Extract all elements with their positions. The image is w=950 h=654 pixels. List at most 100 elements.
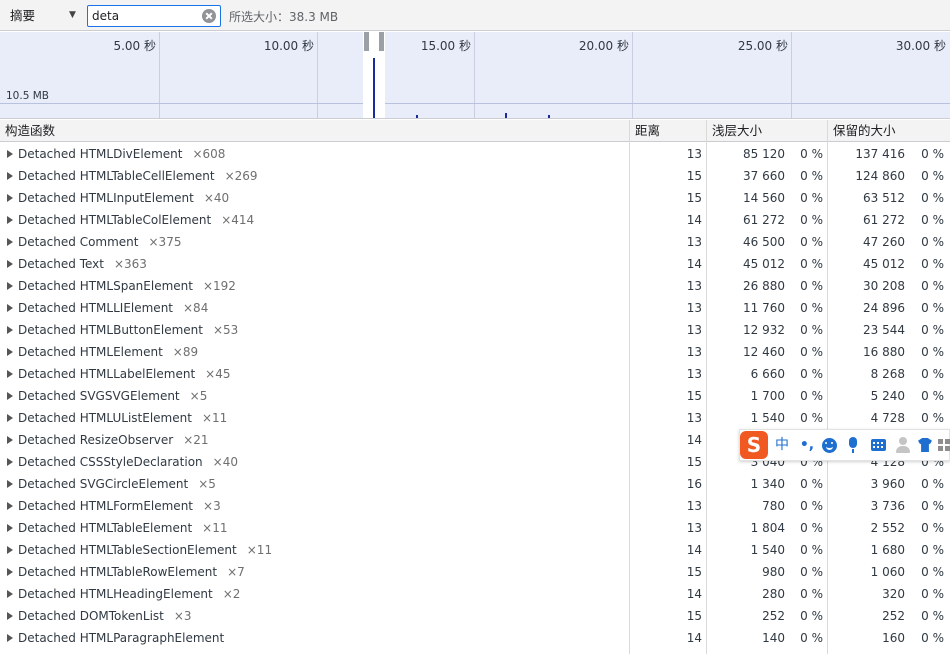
shallow-size-percent: 0 % bbox=[800, 213, 823, 227]
retained-size-cell: 137 416 bbox=[855, 147, 905, 161]
view-mode-label: 摘要 bbox=[10, 8, 36, 23]
expand-triangle-icon[interactable] bbox=[7, 216, 13, 224]
shallow-size-cell: 11 760 bbox=[743, 301, 785, 315]
table-row[interactable]: Detached Text ×363 14 45 012 0 % 45 012 0 % bbox=[0, 253, 950, 275]
expand-triangle-icon[interactable] bbox=[7, 370, 13, 378]
expand-triangle-icon[interactable] bbox=[7, 612, 13, 620]
table-row[interactable]: Detached HTMLElement ×89 13 12 460 0 % 16 880… bbox=[0, 341, 950, 363]
clear-filter-icon[interactable] bbox=[202, 9, 216, 23]
retained-size-percent: 0 % bbox=[921, 257, 944, 271]
toolbox-icon[interactable] bbox=[938, 439, 950, 451]
retained-size-percent: 0 % bbox=[921, 587, 944, 601]
table-row[interactable]: Detached HTMLFormElement ×3 13 780 0 % 3 736 0… bbox=[0, 495, 950, 517]
table-row[interactable]: Detached SVGSVGElement ×5 15 1 700 0 % 5 240 0… bbox=[0, 385, 950, 407]
constructor-cell: Detached Text ×363 bbox=[18, 253, 147, 275]
expand-triangle-icon[interactable] bbox=[7, 326, 13, 334]
expand-triangle-icon[interactable] bbox=[7, 590, 13, 598]
expand-triangle-icon[interactable] bbox=[7, 194, 13, 202]
expand-triangle-icon[interactable] bbox=[7, 458, 13, 466]
allocation-timeline[interactable]: 5.00 秒 10.00 秒 15.00 秒 20.00 秒 25.00 秒 3… bbox=[0, 32, 950, 119]
view-mode-select[interactable]: 摘要 ▼ bbox=[3, 5, 83, 26]
expand-triangle-icon[interactable] bbox=[7, 282, 13, 290]
timeline-selection-window[interactable] bbox=[363, 32, 385, 118]
table-row[interactable]: Detached HTMLTableSectionElement ×11 14 1 5… bbox=[0, 539, 950, 561]
expand-triangle-icon[interactable] bbox=[7, 260, 13, 268]
instance-count: ×53 bbox=[212, 323, 239, 337]
table-row[interactable]: Detached HTMLButtonElement ×53 13 12 932 0 %… bbox=[0, 319, 950, 341]
table-row[interactable]: Detached HTMLUListElement ×11 13 1 540 0 % 4 … bbox=[0, 407, 950, 429]
expand-triangle-icon[interactable] bbox=[7, 634, 13, 642]
table-row[interactable]: Detached HTMLTableElement ×11 13 1 804 0 % 2 … bbox=[0, 517, 950, 539]
table-row[interactable]: Detached DOMTokenList ×3 15 252 0 % 252 0 % bbox=[0, 605, 950, 627]
table-row[interactable]: Detached HTMLLIElement ×84 13 11 760 0 % 24 8… bbox=[0, 297, 950, 319]
constructor-cell: Detached HTMLFormElement ×3 bbox=[18, 495, 221, 517]
table-row[interactable]: Detached SVGCircleElement ×5 16 1 340 0 % 3 9… bbox=[0, 473, 950, 495]
table-row[interactable]: Detached Comment ×375 13 46 500 0 % 47 260 0 % bbox=[0, 231, 950, 253]
instance-count: ×7 bbox=[227, 565, 245, 579]
retained-size-cell: 4 728 bbox=[870, 411, 905, 425]
column-header-retained-size[interactable]: 保留的大小 bbox=[828, 120, 896, 142]
column-header-distance[interactable]: 距离 bbox=[630, 120, 660, 142]
expand-triangle-icon[interactable] bbox=[7, 150, 13, 158]
expand-triangle-icon[interactable] bbox=[7, 546, 13, 554]
expand-triangle-icon[interactable] bbox=[7, 238, 13, 246]
constructor-name: Detached HTMLSpanElement bbox=[18, 279, 193, 293]
table-row[interactable]: Detached HTMLLabelElement ×45 13 6 660 0 % 8 … bbox=[0, 363, 950, 385]
table-row[interactable]: Detached HTMLInputElement ×40 15 14 560 0 % 6… bbox=[0, 187, 950, 209]
emoji-icon[interactable] bbox=[822, 438, 837, 453]
table-row[interactable]: Detached HTMLSpanElement ×192 13 26 880 0 % 3… bbox=[0, 275, 950, 297]
constructor-cell: Detached CSSStyleDeclaration ×40 bbox=[18, 451, 238, 473]
instance-count: ×84 bbox=[183, 301, 209, 315]
expand-triangle-icon[interactable] bbox=[7, 304, 13, 312]
retained-size-cell: 23 544 bbox=[863, 323, 905, 337]
table-row[interactable]: Detached HTMLHeadingElement ×2 14 280 0 % 320… bbox=[0, 583, 950, 605]
column-header-shallow-size[interactable]: 浅层大小 bbox=[707, 120, 762, 142]
table-row[interactable]: Detached HTMLParagraphElement 14 140 0 % 160… bbox=[0, 627, 950, 649]
expand-triangle-icon[interactable] bbox=[7, 436, 13, 444]
ime-toolbar[interactable]: S 中 •, bbox=[739, 429, 950, 461]
retained-size-percent: 0 % bbox=[921, 565, 944, 579]
shallow-size-percent: 0 % bbox=[800, 521, 823, 535]
skin-icon[interactable] bbox=[918, 438, 932, 452]
expand-triangle-icon[interactable] bbox=[7, 524, 13, 532]
constructor-name: Detached HTMLParagraphElement bbox=[18, 631, 225, 645]
expand-triangle-icon[interactable] bbox=[7, 568, 13, 576]
selection-left-handle[interactable] bbox=[364, 32, 369, 51]
retained-size-percent: 0 % bbox=[921, 169, 944, 183]
expand-triangle-icon[interactable] bbox=[7, 502, 13, 510]
user-icon[interactable] bbox=[895, 436, 911, 454]
retained-size-percent: 0 % bbox=[921, 213, 944, 227]
constructor-name: Detached ResizeObserver bbox=[18, 433, 174, 447]
table-row[interactable]: Detached HTMLTableCellElement ×269 15 37 66… bbox=[0, 165, 950, 187]
instance-count: ×269 bbox=[224, 169, 258, 183]
constructor-cell: Detached HTMLTableSectionElement ×11 bbox=[18, 539, 272, 561]
expand-triangle-icon[interactable] bbox=[7, 414, 13, 422]
retained-size-cell: 8 268 bbox=[870, 367, 905, 381]
expand-triangle-icon[interactable] bbox=[7, 480, 13, 488]
shallow-size-percent: 0 % bbox=[800, 609, 823, 623]
shallow-size-percent: 0 % bbox=[800, 411, 823, 425]
table-row[interactable]: Detached HTMLTableColElement ×414 14 61 272… bbox=[0, 209, 950, 231]
expand-triangle-icon[interactable] bbox=[7, 392, 13, 400]
expand-triangle-icon[interactable] bbox=[7, 172, 13, 180]
ime-punctuation-toggle[interactable]: •, bbox=[797, 435, 817, 455]
table-row[interactable]: Detached HTMLDivElement ×608 13 85 120 0 % 13… bbox=[0, 143, 950, 165]
constructor-cell: Detached HTMLInputElement ×40 bbox=[18, 187, 229, 209]
selection-right-handle[interactable] bbox=[379, 32, 384, 51]
instance-count: ×11 bbox=[201, 411, 228, 425]
ime-language-toggle[interactable]: 中 bbox=[772, 435, 792, 455]
expand-triangle-icon[interactable] bbox=[7, 348, 13, 356]
shallow-size-cell: 780 bbox=[762, 499, 785, 513]
microphone-icon[interactable] bbox=[849, 437, 857, 453]
keyboard-icon[interactable] bbox=[871, 439, 886, 451]
class-filter-input[interactable] bbox=[92, 8, 200, 24]
class-filter-box[interactable] bbox=[87, 5, 221, 27]
column-header-constructor[interactable]: 构造函数 bbox=[0, 120, 55, 142]
table-row[interactable]: Detached HTMLTableRowElement ×7 15 980 0 % 1 … bbox=[0, 561, 950, 583]
timeline-gridline bbox=[632, 32, 633, 118]
shallow-size-cell: 14 560 bbox=[743, 191, 785, 205]
instance-count: ×40 bbox=[212, 455, 238, 469]
distance-cell: 14 bbox=[686, 213, 702, 227]
sogou-logo-icon[interactable]: S bbox=[740, 431, 768, 459]
shallow-size-percent: 0 % bbox=[800, 279, 823, 293]
